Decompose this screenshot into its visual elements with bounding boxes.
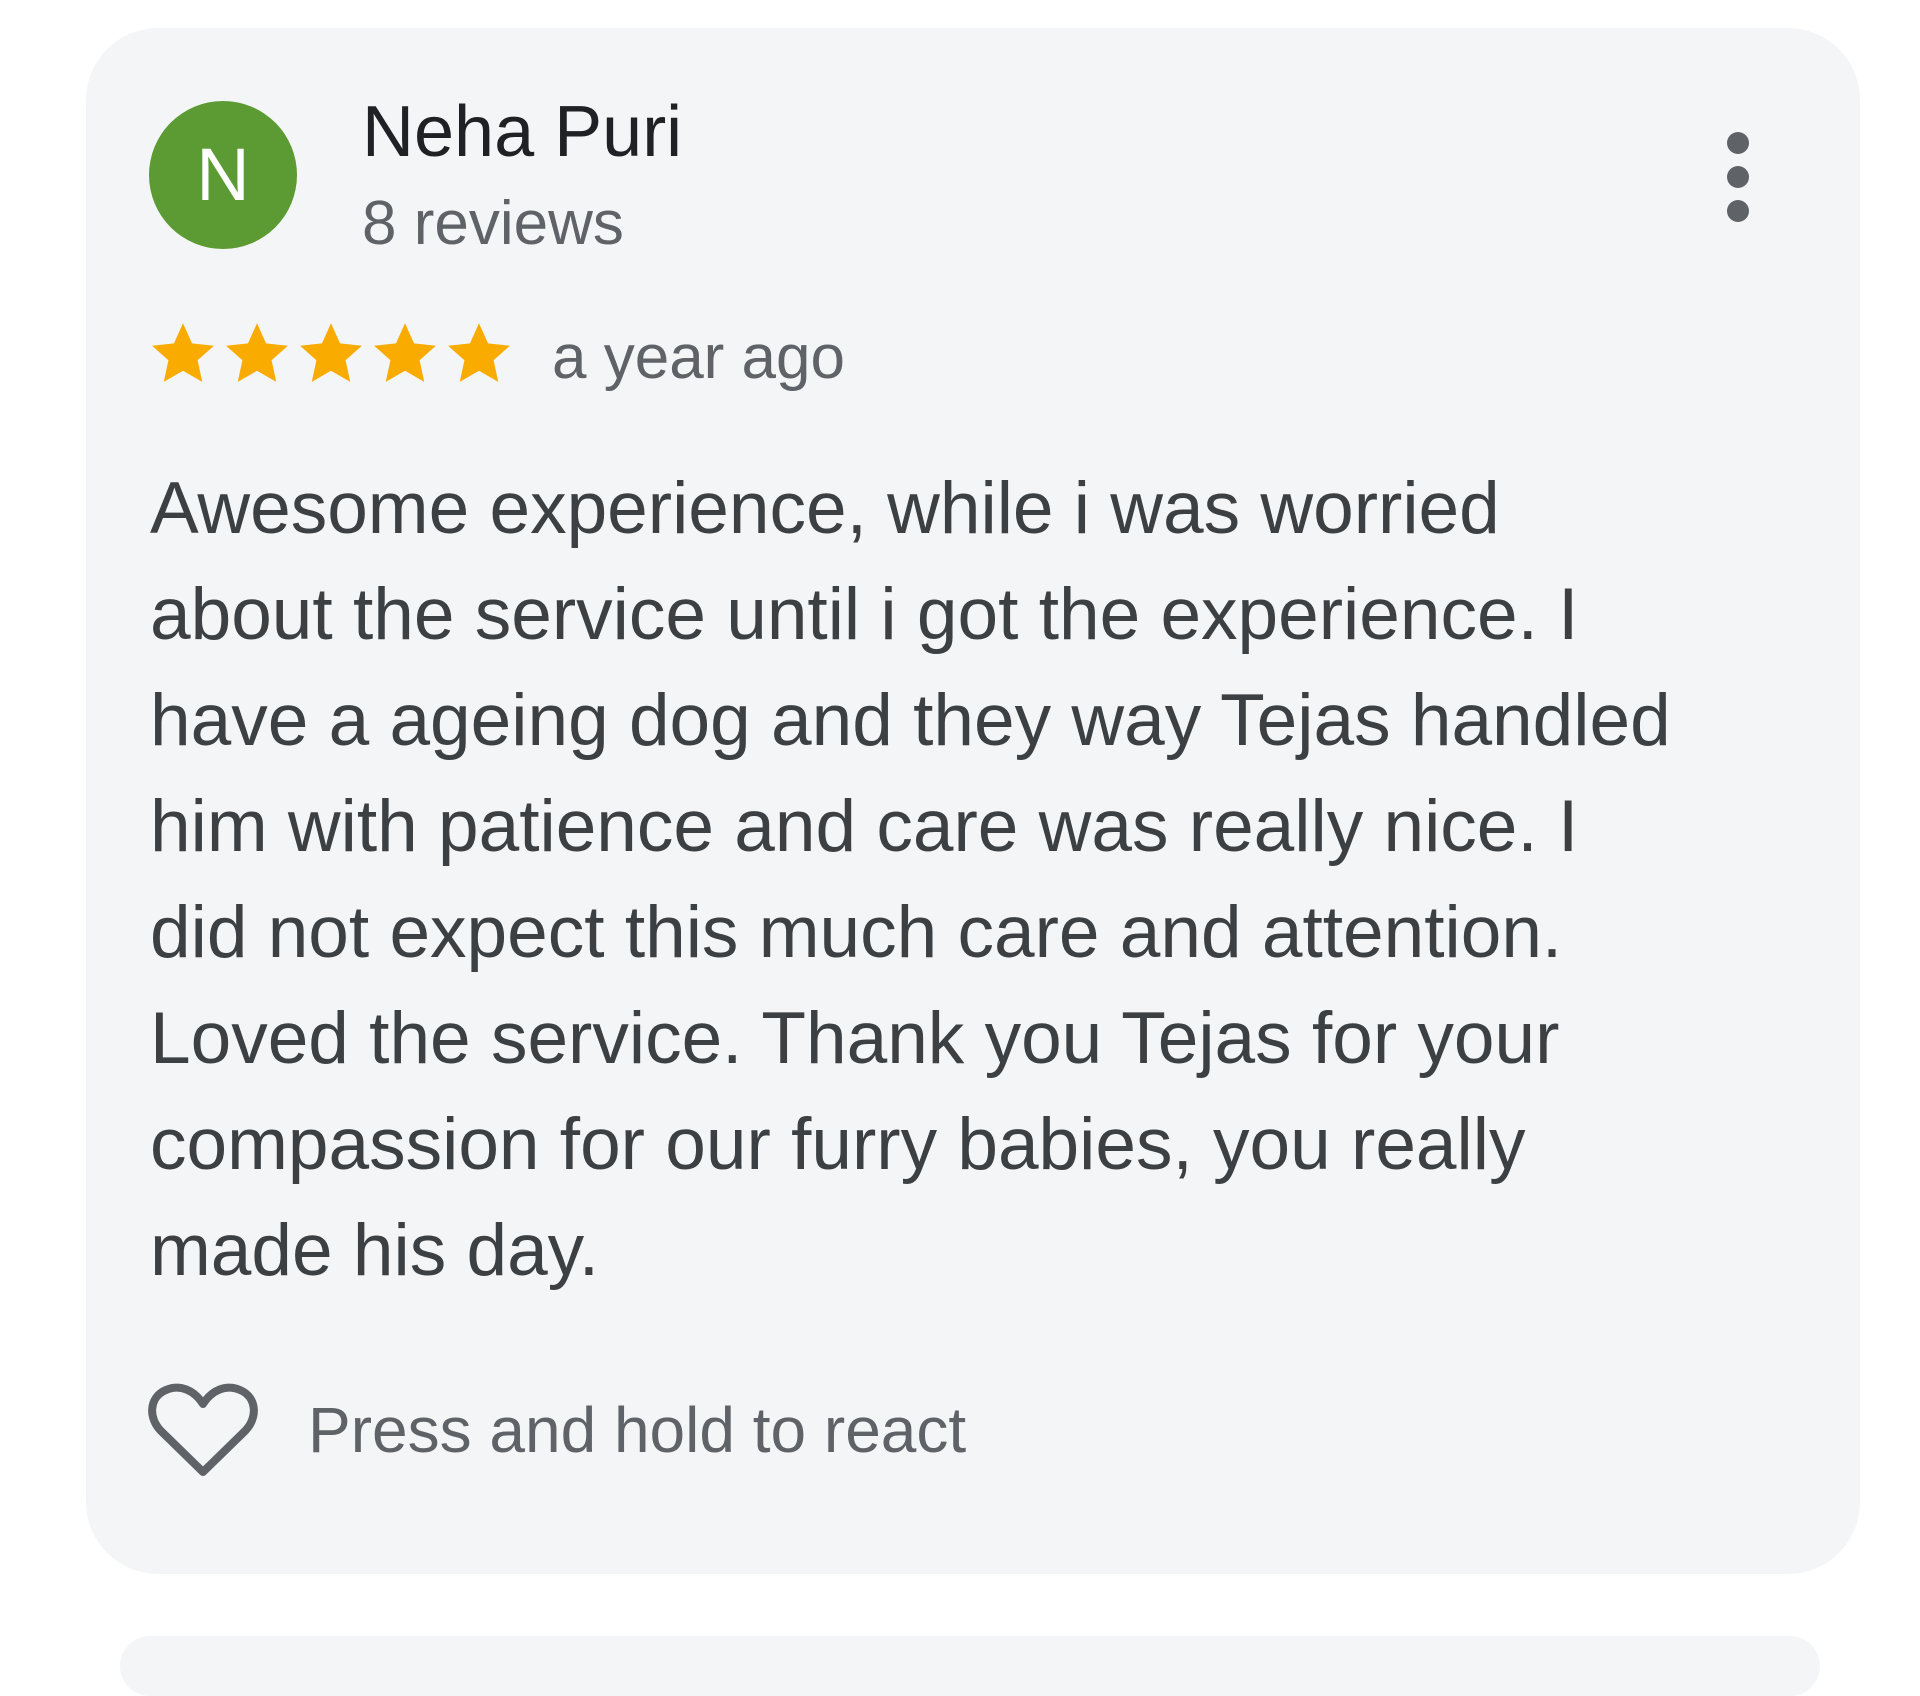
star-icon [374,323,436,382]
reviewer-name[interactable]: Neha Puri [362,86,682,178]
review-text-line: Awesome experience, while i was worried [150,468,1500,549]
avatar[interactable]: N [149,101,297,249]
star-icon [300,323,362,382]
review-text-line: Loved the service. Thank you Tejas for y… [150,998,1560,1079]
heart-outline-icon [148,1383,258,1476]
more-options-button[interactable] [1700,122,1776,232]
review-text-line: compassion for our furry babies, you rea… [150,1104,1526,1185]
review-text-line: made his day. [150,1210,600,1291]
review-date: a year ago [552,323,845,392]
review-text: Awesome experience, while i was worried … [150,456,1790,1304]
react-label: Press and hold to react [308,1394,967,1466]
star-icon [226,323,288,382]
star-icon [448,323,510,382]
star-icon [152,323,214,382]
review-text-line: him with patience and care was really ni… [150,786,1579,867]
star-rating [148,318,514,388]
review-count[interactable]: 8 reviews [362,184,624,264]
review-text-line: have a ageing dog and they way Tejas han… [150,680,1671,761]
next-review-card [120,1636,1820,1696]
review-text-line: did not expect this much care and attent… [150,892,1563,973]
react-button[interactable]: Press and hold to react [148,1380,1048,1490]
review-text-line: about the service until i got the experi… [150,574,1579,655]
